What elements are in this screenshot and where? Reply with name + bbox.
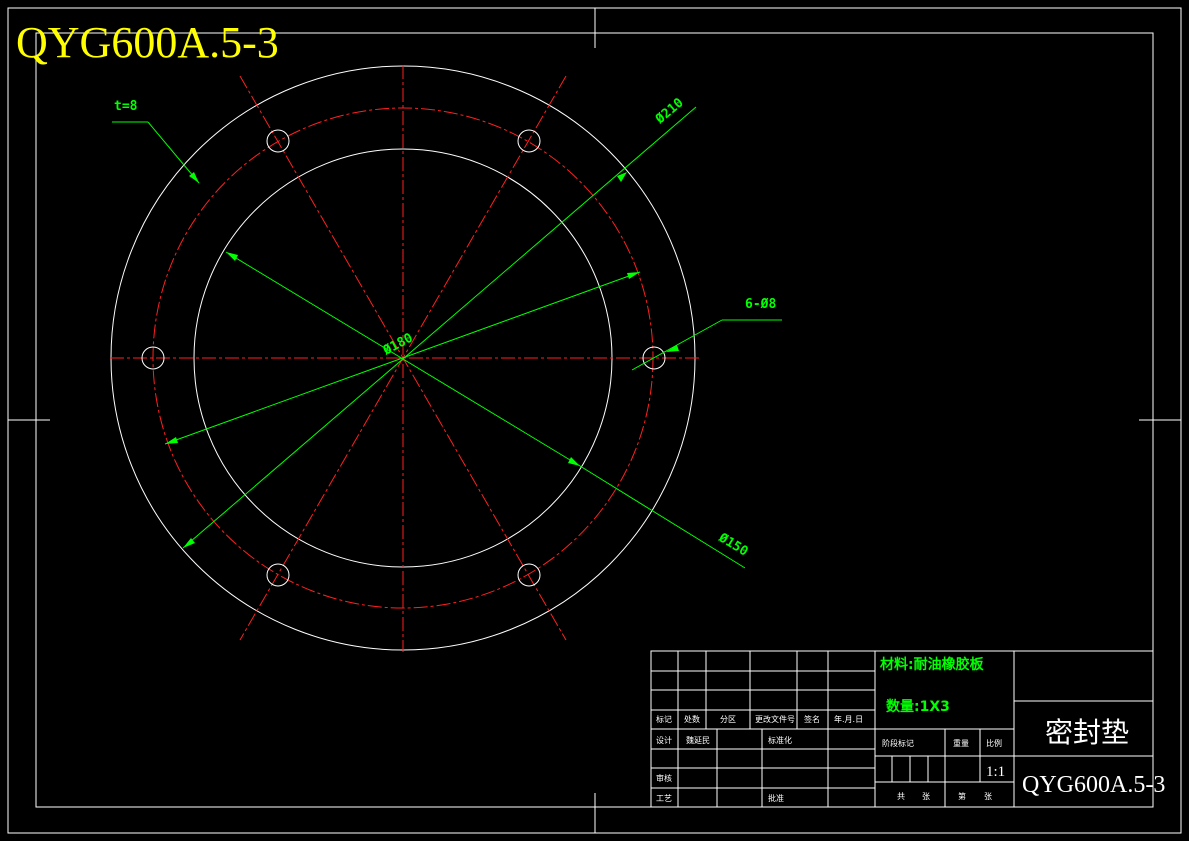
tb-quantity: 数量:1X3: [886, 698, 950, 715]
tb-scale-value: 1:1: [986, 764, 1005, 780]
tb-material: 材料:耐油橡胶板: [880, 656, 985, 673]
tb-total: 共: [897, 792, 905, 801]
bolt-circle-label: Ø150: [715, 530, 751, 560]
tb-designer: 魏延民: [686, 735, 710, 745]
tb-signature: 签名: [804, 714, 820, 724]
dimension-lines: [112, 106, 782, 569]
tb-scale-label: 比例: [986, 738, 1002, 748]
sheet-frame: [7, 7, 1182, 834]
tb-review: 审核: [656, 773, 672, 783]
tb-weight: 重量: [953, 738, 969, 748]
cad-drawing: QYG600A.5-3 t=8 Ø210 Ø180 Ø150 6-Ø8 标记 处…: [7, 7, 1182, 834]
tb-approve: 批准: [768, 793, 784, 803]
tb-sheet: 张: [922, 792, 930, 801]
tb-sheet2: 张: [984, 792, 992, 801]
holes-label: 6-Ø8: [745, 297, 776, 312]
tb-zone: 分区: [720, 715, 736, 724]
tb-page: 第: [958, 791, 966, 801]
tb-date: 年.月.日: [834, 714, 863, 724]
tb-design: 设计: [656, 735, 672, 745]
tb-standard: 标准化: [768, 735, 792, 745]
tb-drawing-number: QYG600A.5-3: [1022, 772, 1165, 798]
tb-mark: 标记: [656, 714, 672, 724]
tb-process: 工艺: [656, 794, 672, 803]
tb-part-name: 密封垫: [1045, 716, 1129, 749]
tb-stage-mark: 阶段标记: [882, 738, 914, 748]
tb-change-doc: 更改文件号: [755, 714, 795, 724]
outer-diameter-label: Ø210: [652, 95, 687, 127]
thickness-label: t=8: [114, 99, 138, 114]
tb-count: 处数: [684, 714, 700, 724]
drawing-code-title: QYG600A.5-3: [16, 18, 279, 67]
